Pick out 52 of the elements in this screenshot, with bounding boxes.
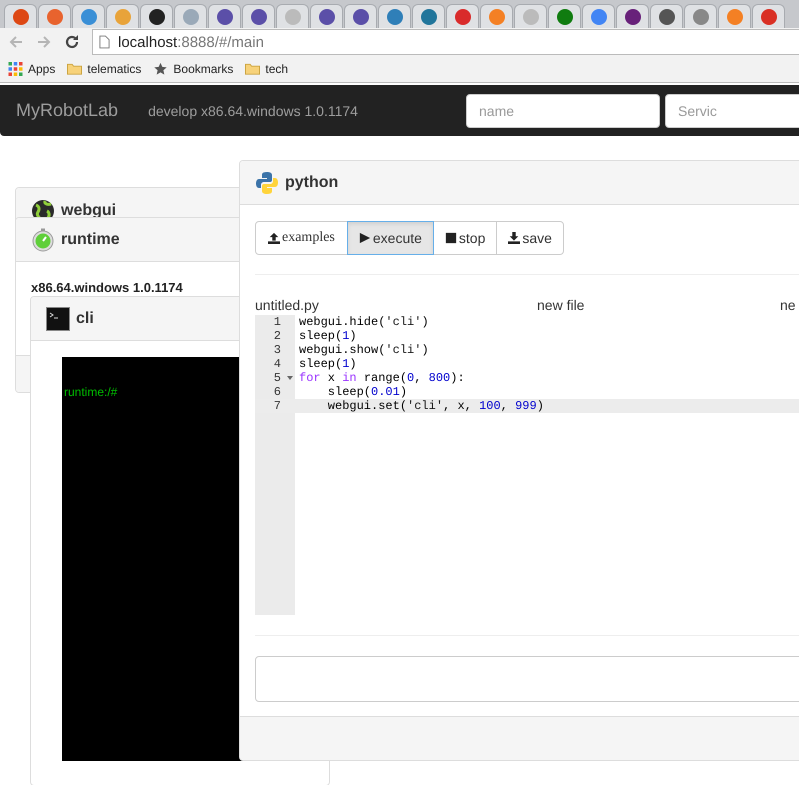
code-line: sleep(0.01) bbox=[326, 385, 408, 399]
search-field[interactable]: name bbox=[466, 94, 660, 128]
reload-icon[interactable] bbox=[64, 34, 80, 50]
fold-arrow-icon[interactable] bbox=[287, 376, 293, 380]
panel-title: runtime bbox=[61, 230, 120, 248]
play-icon bbox=[358, 232, 371, 244]
code-line: webgui.show('cli') bbox=[299, 343, 429, 357]
address-bar[interactable]: localhost:8888/#/main bbox=[92, 29, 799, 55]
code-line: webgui.hide('cli') bbox=[299, 315, 429, 329]
code-line: for x in range(0, 800): bbox=[299, 371, 465, 385]
panel-title: webgui bbox=[61, 202, 116, 220]
file-tab[interactable]: new file bbox=[537, 297, 780, 313]
download-icon bbox=[508, 232, 520, 244]
execute-button[interactable]: execute bbox=[346, 221, 434, 255]
bookmark-label[interactable]: Bookmarks bbox=[173, 62, 234, 76]
file-tab[interactable]: untitled.py bbox=[255, 297, 537, 313]
platform-text: x86.64.windows 1.0.1174 bbox=[31, 280, 183, 295]
folder-icon bbox=[67, 62, 82, 76]
search-field[interactable]: Servic bbox=[665, 94, 799, 128]
version-text: develop x86.64.windows 1.0.1174 bbox=[148, 102, 358, 118]
code-line: sleep(1) bbox=[299, 329, 357, 343]
line-number: 3 bbox=[272, 343, 281, 357]
python-logo-icon bbox=[255, 170, 279, 194]
line-number: 7 bbox=[272, 399, 281, 413]
bookmark-label[interactable]: Apps bbox=[28, 62, 56, 76]
line-number: 4 bbox=[272, 357, 281, 371]
code-line: sleep(1) bbox=[299, 357, 357, 371]
upload-icon bbox=[268, 232, 280, 244]
bookmark-label[interactable]: telematics bbox=[87, 62, 142, 76]
save-button[interactable]: save bbox=[496, 221, 564, 255]
browser-tab[interactable] bbox=[140, 4, 173, 28]
bookmark-label[interactable]: tech bbox=[265, 62, 288, 76]
examples-button[interactable]: examples bbox=[255, 221, 348, 255]
panel-title: python bbox=[285, 174, 338, 192]
stop-button[interactable]: stop bbox=[432, 221, 498, 255]
folder-icon bbox=[245, 62, 260, 76]
grid-icon bbox=[8, 62, 23, 76]
code-line: webgui.set('cli', x, 100, 999) bbox=[326, 399, 544, 413]
browser-tab[interactable] bbox=[650, 4, 683, 28]
file-tab[interactable]: ne bbox=[780, 297, 799, 313]
stopwatch-icon bbox=[31, 228, 55, 252]
line-number: 5 bbox=[272, 371, 281, 385]
star-icon bbox=[153, 62, 168, 76]
terminal-icon bbox=[46, 306, 70, 330]
terminal-prompt: runtime:/# bbox=[64, 385, 118, 399]
line-number: 2 bbox=[272, 329, 281, 343]
browser-tab[interactable] bbox=[616, 4, 649, 28]
line-number: 1 bbox=[272, 315, 281, 329]
stop-icon bbox=[444, 232, 457, 244]
panel-title: cli bbox=[76, 310, 94, 328]
line-number: 6 bbox=[272, 385, 281, 399]
brand-link[interactable]: MyRobotLab bbox=[16, 100, 118, 121]
